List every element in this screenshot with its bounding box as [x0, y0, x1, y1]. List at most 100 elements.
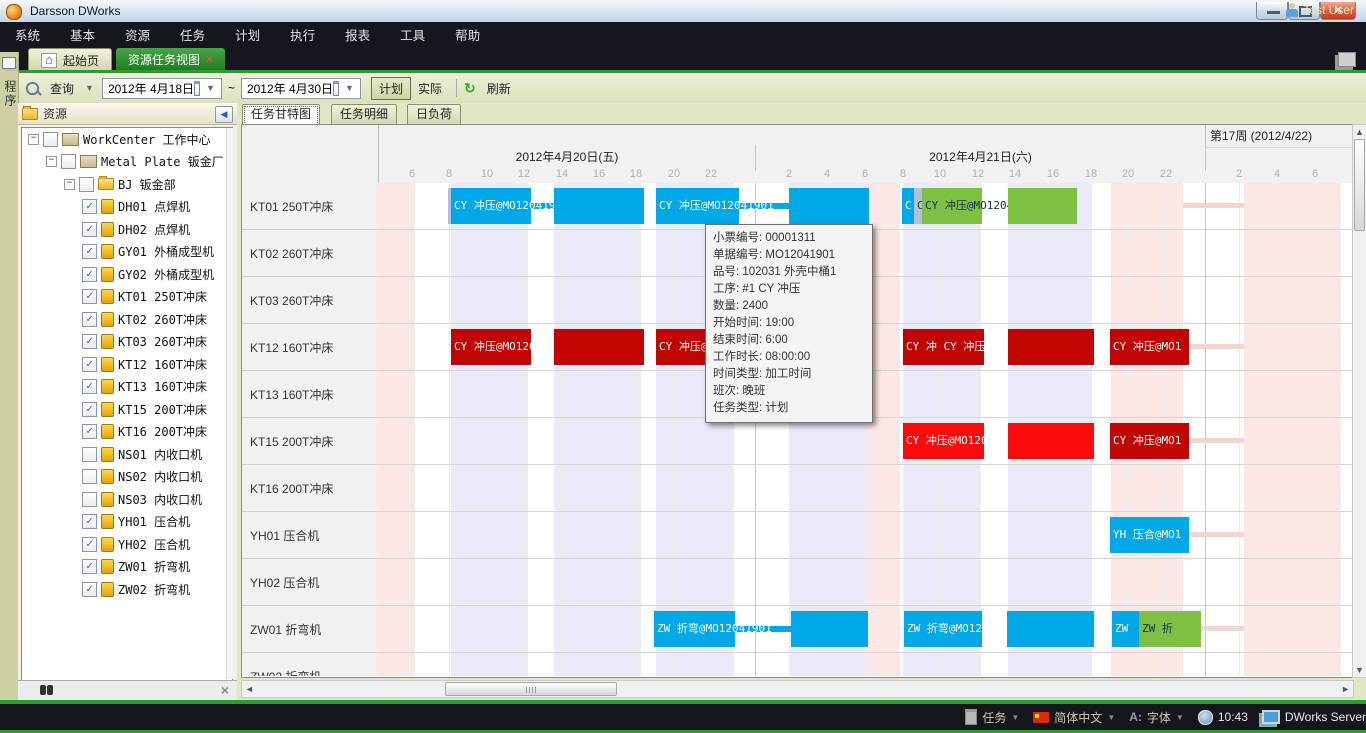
scroll-right-icon[interactable]: ►: [1341, 684, 1350, 694]
task-bar[interactable]: [554, 188, 644, 224]
checkbox-checked[interactable]: ✓: [82, 222, 97, 237]
tree-item[interactable]: ✓ZW01 折弯机: [22, 556, 232, 579]
dropdown-icon[interactable]: ▼: [1107, 713, 1115, 722]
tree-item[interactable]: ✓KT16 200T冲床: [22, 421, 232, 444]
tree-item[interactable]: −BJ 钣金部: [22, 173, 232, 196]
status-item-computer[interactable]: DWorks Server: [1262, 710, 1366, 724]
checkbox-checked[interactable]: ✓: [82, 402, 97, 417]
calendar-icon[interactable]: [194, 81, 200, 96]
status-item-flag[interactable]: 简体中文▼: [1033, 709, 1115, 726]
tree-item[interactable]: ✓YH02 压合机: [22, 533, 232, 556]
date-from-dropdown-icon[interactable]: ▼: [206, 83, 215, 93]
collapsed-panel-strip[interactable]: 程序: [0, 52, 19, 700]
checkbox-unchecked[interactable]: [79, 177, 94, 192]
task-link-line[interactable]: [1186, 438, 1244, 443]
tree-item[interactable]: ✓KT12 160T冲床: [22, 353, 232, 376]
tree-item[interactable]: ✓YH01 压合机: [22, 511, 232, 534]
panel-stack-icon[interactable]: [1338, 52, 1356, 67]
gantt-tab-3[interactable]: 日负荷: [407, 104, 461, 125]
expand-collapse-icon[interactable]: −: [46, 156, 57, 167]
checkbox-checked[interactable]: ✓: [82, 537, 97, 552]
expand-collapse-icon[interactable]: −: [28, 134, 39, 145]
date-to-field[interactable]: 2012年 4月30日 ▼: [241, 78, 361, 99]
horizontal-scrollbar-thumb[interactable]: [445, 682, 617, 696]
checkbox-unchecked[interactable]: [82, 469, 97, 484]
menu-item-9[interactable]: 帮助: [440, 25, 495, 44]
task-bar[interactable]: CY 冲压@MO12041903: [903, 423, 984, 459]
task-bar[interactable]: CY 冲压@MO1: [1110, 329, 1189, 365]
query-button[interactable]: 查询: [43, 78, 81, 99]
date-from-field[interactable]: 2012年 4月18日 ▼: [102, 78, 222, 99]
task-bar[interactable]: CY 冲 CY 冲压@MO12041904: [903, 329, 984, 365]
checkbox-unchecked[interactable]: [82, 492, 97, 507]
task-bar[interactable]: [1008, 188, 1077, 224]
tab-resource-task-view[interactable]: 资源任务视图 ×: [116, 48, 225, 70]
dropdown-icon[interactable]: ▼: [1011, 713, 1019, 722]
checkbox-checked[interactable]: ✓: [82, 312, 97, 327]
menu-item-1[interactable]: 系统: [0, 25, 55, 44]
checkbox-unchecked[interactable]: [43, 132, 58, 147]
checkbox-checked[interactable]: ✓: [82, 289, 97, 304]
task-bar[interactable]: CY 冲压@MO12041902: [922, 188, 982, 224]
task-bar[interactable]: [554, 329, 644, 365]
menu-item-5[interactable]: 计划: [220, 25, 275, 44]
date-to-dropdown-icon[interactable]: ▼: [345, 83, 354, 93]
gantt-tab-2[interactable]: 任务明细: [331, 104, 397, 125]
tree-item[interactable]: ✓KT15 200T冲床: [22, 398, 232, 421]
tree-item[interactable]: ✓GY02 外桶成型机: [22, 263, 232, 286]
task-bar[interactable]: CY 冲压@MO12041901: [656, 188, 739, 224]
tree-item[interactable]: ✓KT03 260T冲床: [22, 331, 232, 354]
task-bar[interactable]: ZW 折弯@MO12041901: [654, 611, 735, 647]
task-link-line[interactable]: [1186, 532, 1244, 537]
checkbox-checked[interactable]: ✓: [82, 199, 97, 214]
checkbox-checked[interactable]: ✓: [82, 559, 97, 574]
checkbox-checked[interactable]: ✓: [82, 357, 97, 372]
tab-close-icon[interactable]: ×: [206, 52, 213, 66]
menu-item-8[interactable]: 工具: [385, 25, 440, 44]
query-dropdown-icon[interactable]: ▼: [85, 83, 94, 93]
dropdown-icon[interactable]: ▼: [1176, 713, 1184, 722]
menu-item-3[interactable]: 资源: [110, 25, 165, 44]
menu-item-7[interactable]: 报表: [330, 25, 385, 44]
scroll-left-icon[interactable]: ◄: [245, 684, 254, 694]
task-bar[interactable]: ZW 折: [1139, 611, 1201, 647]
task-bar[interactable]: [1008, 423, 1094, 459]
plan-button[interactable]: 计划: [371, 77, 411, 100]
horizontal-scrollbar[interactable]: ◄ ►: [241, 680, 1354, 698]
status-item-clock[interactable]: 10:43: [1198, 710, 1248, 725]
tree-item[interactable]: ✓KT02 260T冲床: [22, 308, 232, 331]
checkbox-unchecked[interactable]: [82, 447, 97, 462]
menu-item-4[interactable]: 任务: [165, 25, 220, 44]
checkbox-checked[interactable]: ✓: [82, 334, 97, 349]
tree-item[interactable]: NS03 内收口机: [22, 488, 232, 511]
tree-item[interactable]: NS02 内收口机: [22, 466, 232, 489]
panel-close-icon[interactable]: ×: [221, 682, 229, 698]
task-bar[interactable]: [789, 188, 869, 224]
vertical-scrollbar-thumb[interactable]: [1354, 139, 1365, 231]
tree-item[interactable]: ✓KT13 160T冲床: [22, 376, 232, 399]
actual-button[interactable]: 实际: [411, 78, 449, 99]
task-bar[interactable]: ZW: [1112, 611, 1142, 647]
expand-collapse-icon[interactable]: −: [64, 179, 75, 190]
checkbox-unchecked[interactable]: [61, 154, 76, 169]
tree-item[interactable]: ✓KT01 250T冲床: [22, 286, 232, 309]
tree-item[interactable]: ✓GY01 外桶成型机: [22, 241, 232, 264]
task-bar[interactable]: [791, 611, 868, 647]
task-link-line[interactable]: [1186, 344, 1244, 349]
scroll-up-icon[interactable]: ▲: [1355, 127, 1364, 137]
task-bar[interactable]: CY 冲压@MO12041904: [451, 329, 531, 365]
find-icon[interactable]: [40, 685, 46, 695]
task-bar[interactable]: [1008, 329, 1094, 365]
tree-item[interactable]: ✓ZW02 折弯机: [22, 578, 232, 601]
collapse-panel-button[interactable]: ◀: [215, 106, 233, 123]
task-link-line[interactable]: [1183, 203, 1244, 208]
status-item-font[interactable]: A:字体▼: [1129, 709, 1184, 726]
menu-item-2[interactable]: 基本: [55, 25, 110, 44]
status-item-clipboard[interactable]: 任务▼: [965, 709, 1019, 726]
task-bar[interactable]: [1007, 611, 1094, 647]
task-bar[interactable]: CY 冲压@MO1: [1110, 423, 1189, 459]
task-bar[interactable]: YH 压合@MO1: [1110, 517, 1189, 553]
checkbox-checked[interactable]: ✓: [82, 244, 97, 259]
checkbox-checked[interactable]: ✓: [82, 379, 97, 394]
calendar-icon[interactable]: [333, 81, 339, 96]
